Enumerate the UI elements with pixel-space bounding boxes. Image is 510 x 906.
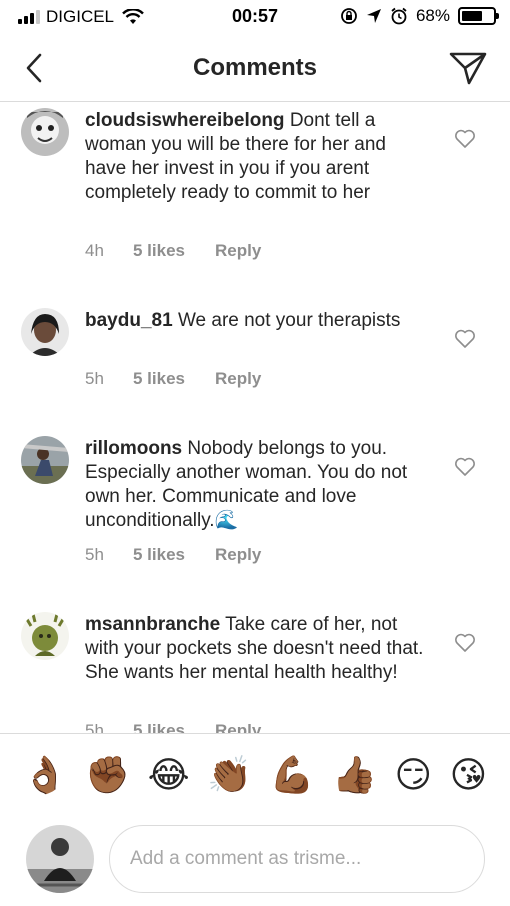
avatar[interactable] <box>21 436 69 484</box>
heart-icon[interactable] <box>454 633 476 653</box>
heart-icon[interactable] <box>454 457 476 477</box>
heart-icon[interactable] <box>454 129 476 149</box>
status-right: 68% <box>340 6 499 26</box>
comment-time: 5h <box>85 721 104 733</box>
comment-meta: 5h 5 likes Reply <box>85 545 261 565</box>
comment-text: rillomoons Nobody belongs to you. Especi… <box>85 437 425 533</box>
reply-button[interactable]: Reply <box>215 241 261 261</box>
rotation-lock-icon <box>341 8 357 24</box>
current-user-avatar <box>26 825 94 893</box>
reply-button[interactable]: Reply <box>215 545 261 565</box>
kissing-face-emoji-button[interactable]: 😘 <box>450 755 488 796</box>
comment-username[interactable]: rillomoons <box>85 438 182 459</box>
comment-meta: 5h 5 likes Reply <box>85 721 261 733</box>
avatar[interactable] <box>21 612 69 660</box>
comment-input[interactable] <box>109 825 485 893</box>
comment-likes[interactable]: 5 likes <box>133 369 215 389</box>
comment-time: 4h <box>85 241 104 260</box>
comment-content: We are not your therapists <box>177 310 401 331</box>
flexed-biceps-emoji-button[interactable]: 💪🏾 <box>270 755 315 796</box>
avatar[interactable] <box>21 108 69 156</box>
comment-time: 5h <box>85 369 104 388</box>
thumbs-up-emoji-button[interactable]: 👍🏾 <box>332 755 377 796</box>
comment-meta: 5h 5 likes Reply <box>85 369 261 389</box>
clapping-hands-emoji-button[interactable]: 👏🏾 <box>207 755 252 796</box>
comment-username[interactable]: cloudsiswhereibelong <box>85 110 285 131</box>
comment-text: cloudsiswhereibelong Dont tell a woman y… <box>85 109 425 205</box>
comment-likes[interactable]: 5 likes <box>133 545 215 565</box>
comment-username[interactable]: msannbranche <box>85 614 220 635</box>
comment-likes[interactable]: 5 likes <box>133 241 215 261</box>
status-bar: DIGICEL 00:57 68% <box>0 0 510 34</box>
battery-fill <box>462 11 483 21</box>
page-title: Comments <box>192 54 318 81</box>
header: Comments <box>0 34 510 102</box>
comment-time: 5h <box>85 545 104 564</box>
battery-icon <box>458 7 499 25</box>
reply-button[interactable]: Reply <box>215 369 261 389</box>
comment-text: baydu_81 We are not your therapists <box>85 309 425 333</box>
comment-username[interactable]: baydu_81 <box>85 310 173 331</box>
battery-percent: 68% <box>415 6 450 25</box>
alarm-icon <box>391 7 407 25</box>
comment-meta: 4h 5 likes Reply <box>85 241 261 261</box>
paper-plane-icon <box>449 52 487 85</box>
ok-hand-emoji-button[interactable]: 👌🏾 <box>23 755 68 796</box>
raised-fist-emoji-button[interactable]: ✊🏾 <box>85 755 130 796</box>
location-arrow-icon <box>366 9 381 23</box>
emoji-quick-bar: 👌🏾 ✊🏾 😂 👏🏾 💪🏾 👍🏾 😏 😘 <box>0 733 510 817</box>
comment-list: cloudsiswhereibelong Dont tell a woman y… <box>0 103 510 733</box>
avatar[interactable] <box>21 308 69 356</box>
comment-composer <box>0 817 510 906</box>
heart-icon[interactable] <box>454 329 476 349</box>
share-button[interactable] <box>446 48 490 88</box>
smirking-face-emoji-button[interactable]: 😏 <box>394 755 432 796</box>
comment-likes[interactable]: 5 likes <box>133 721 215 733</box>
reply-button[interactable]: Reply <box>215 721 261 733</box>
tears-of-joy-emoji-button[interactable]: 😂 <box>148 755 190 796</box>
comment-text: msannbranche Take care of her, not with … <box>85 613 425 685</box>
